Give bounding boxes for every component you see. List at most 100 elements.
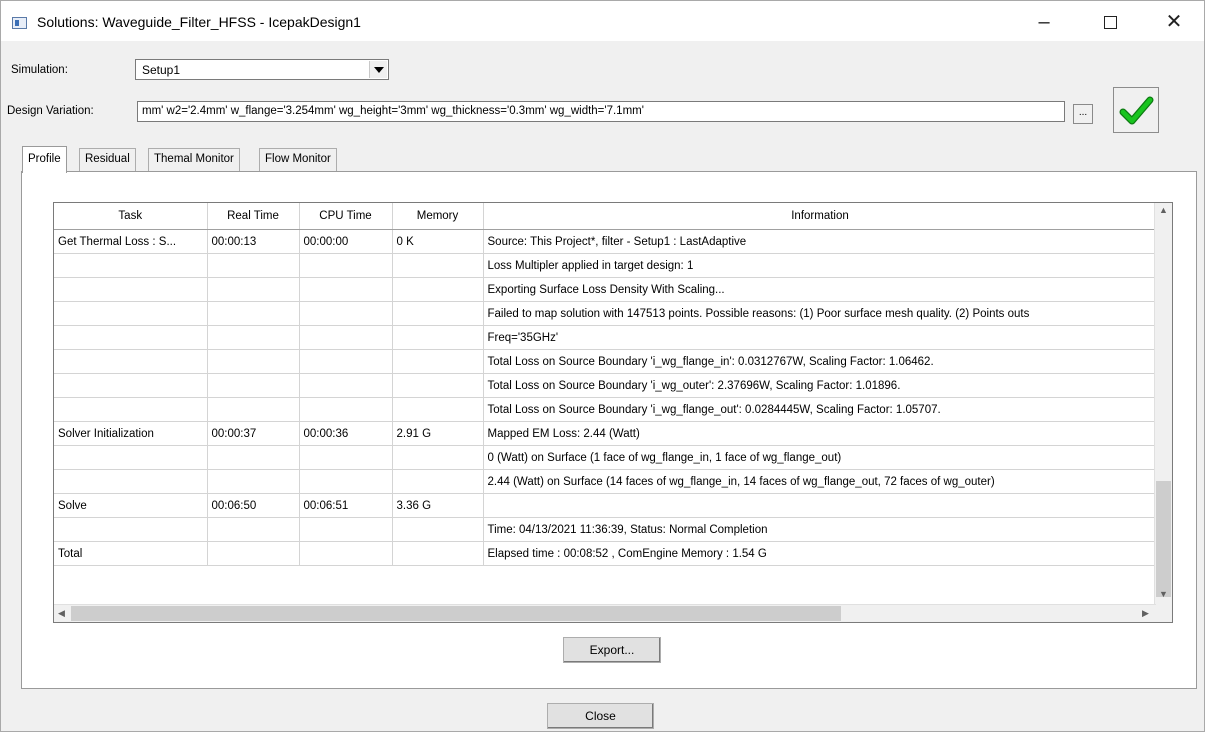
browse-variation-button[interactable]: ...: [1073, 104, 1093, 124]
solutions-dialog: Solutions: Waveguide_Filter_HFSS - Icepa…: [0, 0, 1205, 732]
table-cell: [299, 349, 393, 374]
table-cell: Total Loss on Source Boundary 'i_wg_flan…: [483, 397, 1158, 422]
table-cell: [299, 469, 393, 494]
table-row[interactable]: Freq='35GHz': [54, 325, 1158, 350]
table-cell: Elapsed time : 00:08:52 , ComEngine Memo…: [483, 541, 1158, 566]
design-variation-field[interactable]: mm' w2='2.4mm' w_flange='3.254mm' wg_hei…: [137, 101, 1065, 122]
table-cell: Total: [54, 541, 208, 566]
table-cell: [207, 253, 300, 278]
table-row[interactable]: Exporting Surface Loss Density With Scal…: [54, 277, 1158, 302]
table-row[interactable]: Failed to map solution with 147513 point…: [54, 301, 1158, 326]
table-cell: [207, 397, 300, 422]
apply-check-button[interactable]: [1113, 87, 1159, 133]
column-header[interactable]: Task: [54, 203, 208, 230]
table-row[interactable]: 0 (Watt) on Surface (1 face of wg_flange…: [54, 445, 1158, 470]
green-check-icon: [1119, 96, 1154, 125]
table-cell: [207, 541, 300, 566]
table-cell: [392, 349, 484, 374]
column-header[interactable]: CPU Time: [299, 203, 393, 230]
table-row[interactable]: Total Loss on Source Boundary 'i_wg_flan…: [54, 349, 1158, 374]
table-cell: 00:06:51: [299, 493, 393, 518]
table-cell: 2.91 G: [392, 421, 484, 446]
column-header[interactable]: Memory: [392, 203, 484, 230]
column-header[interactable]: Information: [483, 203, 1158, 230]
table-cell: [483, 493, 1158, 518]
table-cell: 0 K: [392, 229, 484, 254]
title-bar[interactable]: Solutions: Waveguide_Filter_HFSS - Icepa…: [1, 1, 1204, 41]
table-cell: [54, 517, 208, 542]
table-row[interactable]: Total Elapsed time : 00:08:52 , ComEngine…: [54, 541, 1158, 566]
table-cell: [54, 253, 208, 278]
close-button[interactable]: Close: [547, 703, 654, 729]
tab-themal-monitor[interactable]: Themal Monitor: [148, 148, 240, 172]
table-cell: 2.44 (Watt) on Surface (14 faces of wg_f…: [483, 469, 1158, 494]
simulation-label: Simulation:: [11, 64, 68, 76]
window-title: Solutions: Waveguide_Filter_HFSS - Icepa…: [37, 14, 361, 30]
table-row[interactable]: Time: 04/13/2021 11:36:39, Status: Norma…: [54, 517, 1158, 542]
maximize-icon: [1103, 16, 1117, 30]
minimize-button[interactable]: –: [1021, 7, 1067, 37]
vertical-scrollbar[interactable]: ▲ ▼: [1154, 203, 1172, 605]
table-cell: [207, 301, 300, 326]
table-cell: 3.36 G: [392, 493, 484, 518]
chevron-down-icon[interactable]: [369, 61, 387, 78]
table-cell: 00:00:00: [299, 229, 393, 254]
table-cell: 0 (Watt) on Surface (1 face of wg_flange…: [483, 445, 1158, 470]
table-row[interactable]: 2.44 (Watt) on Surface (14 faces of wg_f…: [54, 469, 1158, 494]
table-cell: [392, 301, 484, 326]
table-cell: [207, 277, 300, 302]
tab-profile[interactable]: Profile: [22, 146, 67, 173]
table-cell: [299, 517, 393, 542]
maximize-button[interactable]: [1087, 7, 1133, 37]
simulation-select[interactable]: Setup1: [135, 59, 389, 80]
table-cell: [392, 277, 484, 302]
table-cell: [207, 325, 300, 350]
table-cell: Source: This Project*, filter - Setup1 :…: [483, 229, 1158, 254]
tab-residual[interactable]: Residual: [79, 148, 136, 172]
table-cell: [54, 373, 208, 398]
tab-flow-monitor[interactable]: Flow Monitor: [259, 148, 337, 172]
table-cell: Failed to map solution with 147513 point…: [483, 301, 1158, 326]
column-header[interactable]: Real Time: [207, 203, 300, 230]
table-row[interactable]: Solve 00:06:50 00:06:51 3.36 G: [54, 493, 1158, 518]
table-cell: [392, 469, 484, 494]
table-cell: [392, 541, 484, 566]
table-cell: [54, 301, 208, 326]
export-button[interactable]: Export...: [563, 637, 661, 663]
table-cell: [299, 541, 393, 566]
scroll-up-icon[interactable]: ▲: [1159, 205, 1168, 215]
table-row[interactable]: Solver Initialization 00:00:37 00:00:36 2.9…: [54, 421, 1158, 446]
table-row[interactable]: Get Thermal Loss : S... 00:00:13 00:00:00 0…: [54, 229, 1158, 254]
table-cell: [299, 253, 393, 278]
table-row[interactable]: Total Loss on Source Boundary 'i_wg_oute…: [54, 373, 1158, 398]
vertical-scroll-thumb[interactable]: [1156, 481, 1171, 597]
scroll-corner: [1155, 605, 1172, 622]
table-cell: [299, 373, 393, 398]
table-cell: Mapped EM Loss: 2.44 (Watt): [483, 421, 1158, 446]
table-cell: 00:00:36: [299, 421, 393, 446]
table-cell: [207, 349, 300, 374]
horizontal-scroll-thumb[interactable]: [71, 606, 841, 621]
horizontal-scrollbar[interactable]: ◀ ▶: [54, 604, 1156, 622]
table-cell: [392, 517, 484, 542]
table-cell: 00:06:50: [207, 493, 300, 518]
table-cell: Loss Multipler applied in target design:…: [483, 253, 1158, 278]
table-cell: [392, 373, 484, 398]
table-cell: [54, 397, 208, 422]
design-variation-value: mm' w2='2.4mm' w_flange='3.254mm' wg_hei…: [142, 105, 644, 117]
table-row[interactable]: Loss Multipler applied in target design:…: [54, 253, 1158, 278]
table-cell: Total Loss on Source Boundary 'i_wg_oute…: [483, 373, 1158, 398]
scroll-left-icon[interactable]: ◀: [58, 608, 65, 619]
table-cell: [207, 373, 300, 398]
close-window-button[interactable]: ✕: [1151, 7, 1197, 37]
table-cell: Solve: [54, 493, 208, 518]
table-row[interactable]: Total Loss on Source Boundary 'i_wg_flan…: [54, 397, 1158, 422]
scroll-right-icon[interactable]: ▶: [1142, 608, 1149, 619]
table-cell: 00:00:13: [207, 229, 300, 254]
table-cell: Time: 04/13/2021 11:36:39, Status: Norma…: [483, 517, 1158, 542]
table-cell: Get Thermal Loss : S...: [54, 229, 208, 254]
table-cell: [299, 445, 393, 470]
table-cell: [299, 277, 393, 302]
scroll-down-icon[interactable]: ▼: [1159, 589, 1168, 599]
profile-table[interactable]: Task Real Time CPU Time Memory Information G…: [53, 202, 1173, 623]
